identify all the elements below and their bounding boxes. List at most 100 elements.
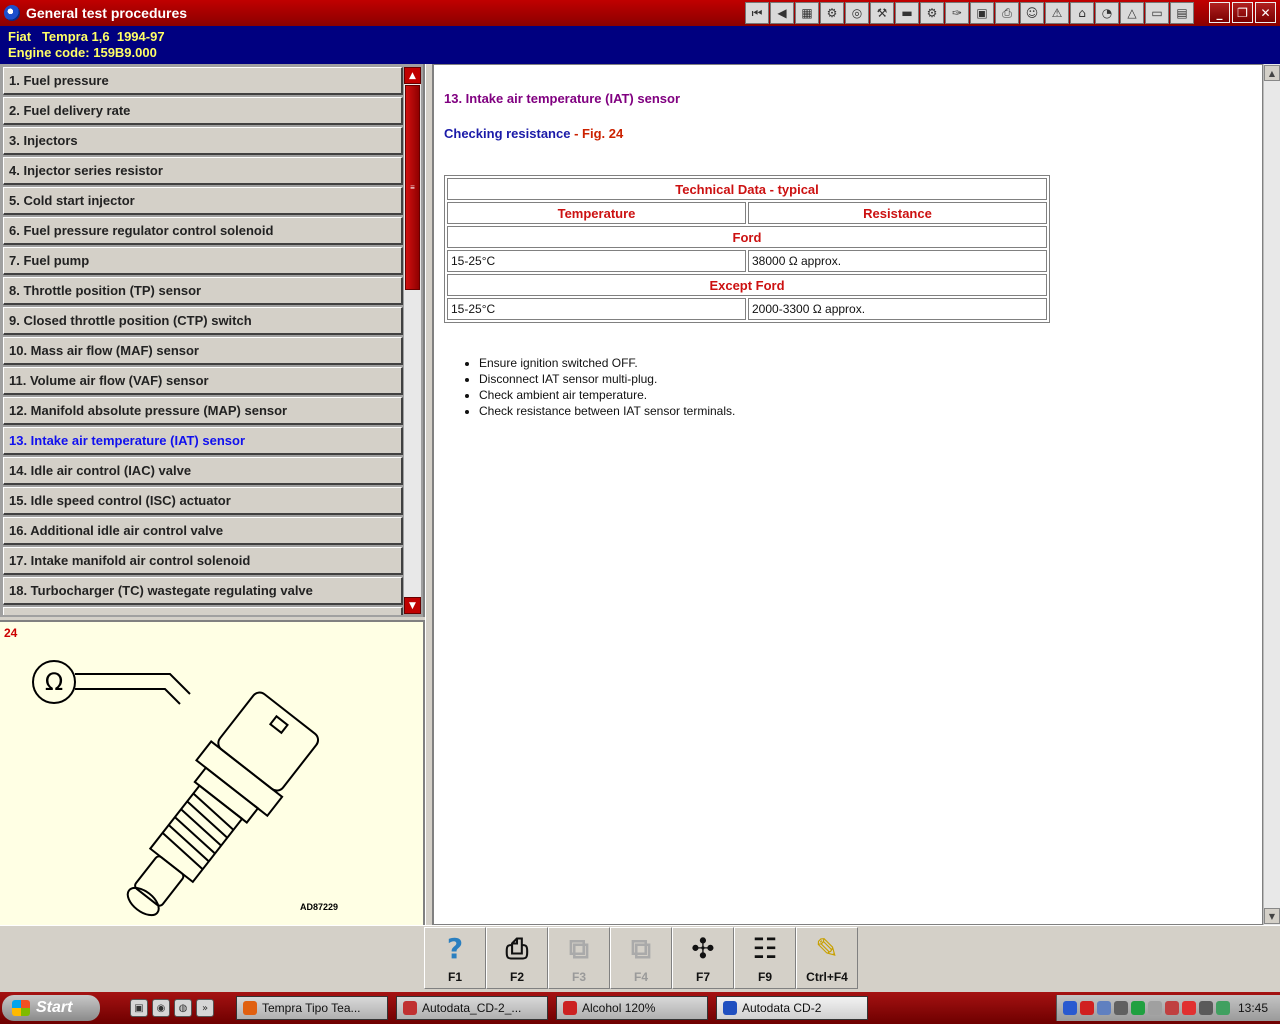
f1-help-button[interactable]: ? F1 <box>424 927 486 989</box>
wheel-icon[interactable]: ◎ <box>845 2 869 24</box>
taskbar: Start ▣ ◉ ◍ » Tempra Tipo Tea... Autodat… <box>0 992 1280 1024</box>
procedure-item[interactable]: 14. Idle air control (IAC) valve <box>3 457 403 485</box>
image-icon: ⧉ <box>569 932 589 965</box>
f2-print-button[interactable]: ⎙ F2 <box>486 927 548 989</box>
procedure-item[interactable]: 18. Turbocharger (TC) wastegate regulati… <box>3 577 403 605</box>
restore-button[interactable]: ❐ <box>1232 2 1253 23</box>
scroll-thumb[interactable]: ≡ <box>405 85 420 290</box>
procedure-item[interactable]: 10. Mass air flow (MAF) sensor <box>3 337 403 365</box>
group-header: Except Ford <box>447 274 1047 296</box>
taskbar-item[interactable]: Tempra Tipo Tea... <box>236 996 388 1020</box>
close-button[interactable]: ✕ <box>1255 2 1276 23</box>
procedure-item[interactable]: 17. Intake manifold air control solenoid <box>3 547 403 575</box>
procedure-item[interactable]: 15. Idle speed control (ISC) actuator <box>3 487 403 515</box>
fkey-label: F9 <box>757 970 772 984</box>
gear-icon[interactable]: ⚙ <box>920 2 944 24</box>
taskbar-item[interactable]: Autodata_CD-2_... <box>396 996 548 1020</box>
service-icon[interactable]: ⚠ <box>1045 2 1069 24</box>
book-icon[interactable]: ▤ <box>1170 2 1194 24</box>
procedure-scrollbar[interactable]: ▲ ≡ ▼ <box>404 67 421 614</box>
list-item: Check ambient air temperature. <box>479 387 735 403</box>
procedure-item[interactable]: 11. Volume air flow (VAF) sensor <box>3 367 403 395</box>
procedure-list-panel: 1. Fuel pressure 2. Fuel delivery rate 3… <box>0 64 425 617</box>
procedure-item[interactable]: 16. Additional idle air control valve <box>3 517 403 545</box>
scroll-up-icon[interactable]: ▲ <box>404 67 421 84</box>
procedure-item-partial[interactable] <box>3 607 403 615</box>
content-scrollbar[interactable]: ▲ ▼ <box>1263 64 1280 925</box>
spanner-icon[interactable]: ✑ <box>945 2 969 24</box>
scroll-down-icon[interactable]: ▼ <box>404 597 421 614</box>
start-button[interactable]: Start <box>2 995 100 1021</box>
tray-icon[interactable] <box>1216 1001 1230 1015</box>
scroll-down-icon[interactable]: ▼ <box>1264 908 1280 924</box>
temperature-cell: 15-25°C <box>447 298 746 320</box>
procedure-item[interactable]: 6. Fuel pressure regulator control solen… <box>3 217 403 245</box>
panel-splitter[interactable] <box>425 64 433 925</box>
engine-code: Engine code: 159B9.000 <box>8 45 157 60</box>
printer-icon[interactable]: ⎙ <box>995 2 1019 24</box>
windows-logo-icon <box>12 1000 30 1016</box>
function-key-bar: ? F1 ⎙ F2 ⧉ F3 ⧉ F4 ✣ F7 ☷ F9 ✎ Ctrl+F4 <box>0 925 1280 990</box>
chevron-right-icon[interactable]: » <box>196 999 214 1017</box>
first-icon[interactable]: ⏮ <box>745 2 769 24</box>
clock: 13:45 <box>1237 1001 1268 1015</box>
tray-icon[interactable] <box>1148 1001 1162 1015</box>
firefox-icon[interactable]: ◉ <box>152 999 170 1017</box>
f9-button[interactable]: ☷ F9 <box>734 927 796 989</box>
taskbar-item-label: Tempra Tipo Tea... <box>262 1001 361 1015</box>
figure-link[interactable]: Fig. 24 <box>582 126 623 141</box>
tray-icon[interactable] <box>1199 1001 1213 1015</box>
procedure-item-selected[interactable]: 13. Intake air temperature (IAT) sensor <box>3 427 403 455</box>
tray-icon[interactable] <box>1097 1001 1111 1015</box>
taskbar-item[interactable]: Alcohol 120% <box>556 996 708 1020</box>
table-row: 15-25°C 38000 Ω approx. <box>447 250 1047 272</box>
save-icon[interactable]: ▣ <box>130 999 148 1017</box>
list-item: Check resistance between IAT sensor term… <box>479 403 735 419</box>
mechanic-icon[interactable]: ☺ <box>1020 2 1044 24</box>
procedure-item[interactable]: 8. Throttle position (TP) sensor <box>3 277 403 305</box>
procedure-item[interactable]: 12. Manifold absolute pressure (MAP) sen… <box>3 397 403 425</box>
shop-icon[interactable]: ⌂ <box>1070 2 1094 24</box>
figure-number: 24 <box>4 626 18 640</box>
resistance-cell: 38000 Ω approx. <box>748 250 1047 272</box>
browser-icon[interactable]: ◍ <box>174 999 192 1017</box>
scroll-up-icon[interactable]: ▲ <box>1264 65 1280 81</box>
warning-icon[interactable]: △ <box>1120 2 1144 24</box>
procedure-item[interactable]: 7. Fuel pump <box>3 247 403 275</box>
procedure-subtitle: Checking resistance - Fig. 24 <box>444 126 623 141</box>
table-icon: ☷ <box>752 932 778 965</box>
minimize-button[interactable]: _ <box>1209 2 1230 23</box>
chip-icon[interactable]: ▣ <box>970 2 994 24</box>
compass-icon: ✣ <box>691 932 715 965</box>
prev-icon[interactable]: ◀ <box>770 2 794 24</box>
tray-icon[interactable] <box>1063 1001 1077 1015</box>
taskbar-item-active[interactable]: Autodata CD-2 <box>716 996 868 1020</box>
tray-icon[interactable] <box>1080 1001 1094 1015</box>
engine-icon[interactable]: ⚙ <box>820 2 844 24</box>
procedure-item[interactable]: 1. Fuel pressure <box>3 67 403 95</box>
tray-icon[interactable] <box>1114 1001 1128 1015</box>
procedure-item[interactable]: 4. Injector series resistor <box>3 157 403 185</box>
tray-icon[interactable] <box>1165 1001 1179 1015</box>
temperature-cell: 15-25°C <box>447 250 746 272</box>
procedure-item[interactable]: 5. Cold start injector <box>3 187 403 215</box>
procedure-list: 1. Fuel pressure 2. Fuel delivery rate 3… <box>3 67 403 617</box>
procedure-item[interactable]: 2. Fuel delivery rate <box>3 97 403 125</box>
ohm-symbol: Ω <box>45 668 63 696</box>
procedure-item[interactable]: 3. Injectors <box>3 127 403 155</box>
column-header-temperature: Temperature <box>447 202 746 224</box>
ctrl-f4-button[interactable]: ✎ Ctrl+F4 <box>796 927 858 989</box>
f4-button[interactable]: ⧉ F4 <box>610 927 672 989</box>
tools-icon[interactable]: ⚒ <box>870 2 894 24</box>
vehicle-info: Fiat Tempra 1,6 1994-97 Engine code: 159… <box>0 26 1280 64</box>
car-icon[interactable]: ▬ <box>895 2 919 24</box>
battery-icon[interactable]: ▭ <box>1145 2 1169 24</box>
firefox-icon <box>243 1001 257 1015</box>
ati-icon[interactable] <box>1182 1001 1196 1015</box>
map-icon[interactable]: ▦ <box>795 2 819 24</box>
f7-button[interactable]: ✣ F7 <box>672 927 734 989</box>
tray-icon[interactable] <box>1131 1001 1145 1015</box>
f3-button[interactable]: ⧉ F3 <box>548 927 610 989</box>
procedure-item[interactable]: 9. Closed throttle position (CTP) switch <box>3 307 403 335</box>
meter-icon[interactable]: ◔ <box>1095 2 1119 24</box>
